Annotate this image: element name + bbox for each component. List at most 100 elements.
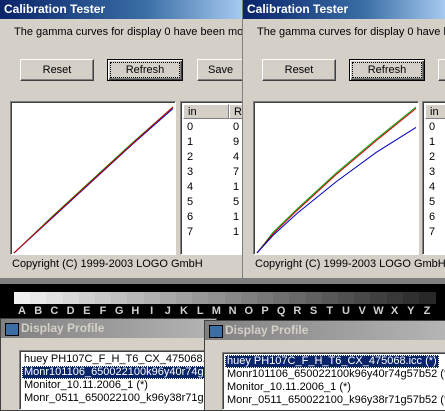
gamma-table[interactable]: in R 0019243741556171: [180, 101, 242, 255]
gray-letter: Y: [407, 305, 415, 317]
gray-swatch: [208, 292, 226, 304]
series-line-2: [256, 126, 417, 254]
dialog-titlebar: Display Profile: [1, 319, 216, 338]
gray-swatch: [257, 292, 275, 304]
gray-letter: F: [99, 305, 107, 317]
gray-swatch: [127, 292, 145, 304]
gamma-row-in[interactable]: 0: [429, 120, 435, 135]
gray-swatch: [240, 292, 258, 304]
gamma-row-in[interactable]: 0: [187, 120, 193, 135]
gray-letter: U: [342, 305, 350, 317]
profile-item[interactable]: huey PH107C_F_H_T6_CX_475068.icc (*): [225, 355, 439, 368]
dialog-title: Display Profile: [225, 323, 309, 337]
gamma-row-in[interactable]: 2: [187, 150, 193, 165]
gamma-row-in[interactable]: 3: [429, 165, 435, 180]
reset-button[interactable]: Reset: [20, 59, 94, 81]
gray-swatch: [289, 292, 307, 304]
gray-swatch: [419, 292, 437, 304]
window-title: Calibration Tester: [0, 0, 242, 19]
gray-letter: X: [390, 305, 399, 317]
refresh-button[interactable]: Refresh: [107, 59, 183, 81]
profile-item[interactable]: Monr_0511_650022100_k96y38r71g57b52 (*): [225, 394, 445, 407]
gray-letter: G: [114, 305, 124, 317]
profile-item[interactable]: Monr_0511_650022100_k96y38r71g5: [22, 392, 212, 405]
gray-swatch: [46, 292, 64, 304]
gray-swatch: [224, 292, 242, 304]
gray-swatch: [143, 292, 161, 304]
gray-letter: O: [244, 305, 254, 317]
gamma-table[interactable]: in 01234567: [422, 101, 445, 255]
gamma-row-in[interactable]: 4: [187, 180, 193, 195]
gray-letter: C: [50, 305, 59, 317]
copyright-text: Copyright (C) 1999-2003 LOGO GmbH: [12, 258, 203, 270]
gamma-row-r[interactable]: 1: [233, 180, 239, 195]
calibration-window-left: Calibration Tester The gamma curves for …: [0, 0, 242, 278]
gray-letter: E: [83, 305, 91, 317]
dialog-titlebar: Display Profile: [205, 321, 445, 340]
gray-swatch: [192, 292, 210, 304]
gray-letter: A: [18, 305, 26, 317]
gray-letter: J: [164, 305, 171, 317]
gamma-row-in[interactable]: 5: [429, 195, 435, 210]
gamma-curve-chart: [256, 106, 417, 254]
gray-letter: R: [293, 305, 302, 317]
column-header-r[interactable]: R: [229, 104, 242, 119]
gamma-row-in[interactable]: 2: [429, 150, 435, 165]
gamma-row-in[interactable]: 1: [187, 135, 193, 150]
gamma-row-r[interactable]: 5: [233, 195, 239, 210]
save-button-partial[interactable]: [438, 59, 445, 81]
gray-letter: L: [196, 305, 204, 317]
gray-swatch: [273, 292, 291, 304]
gamma-row-in[interactable]: 4: [429, 180, 435, 195]
gamma-row-in[interactable]: 3: [187, 165, 193, 180]
series-line-1: [256, 108, 417, 254]
gray-letter: K: [180, 305, 188, 317]
profile-list[interactable]: huey PH107C_F_H_T6_CX_475068.icc (*) Monr…: [222, 352, 445, 410]
gray-letter: S: [309, 305, 318, 317]
profile-item[interactable]: Monitor_10.11.2006_1 (*): [22, 379, 150, 392]
reset-button[interactable]: Reset: [262, 59, 336, 81]
gamma-curve-plot: [253, 101, 419, 255]
series-line-0: [256, 106, 417, 254]
copyright-text: Copyright (C) 1999-2003 LOGO GmbH: [255, 258, 445, 270]
profile-item[interactable]: Monr101106_650022100k96y40r74g57b52 (*): [225, 368, 445, 381]
gray-letter: V: [358, 305, 366, 317]
profile-item[interactable]: huey PH107C_F_H_T6_CX_475068.i: [22, 353, 210, 366]
gray-letter: N: [228, 305, 237, 317]
gamma-row-in[interactable]: 5: [187, 195, 193, 210]
column-header-in[interactable]: in: [183, 104, 229, 119]
column-header-in[interactable]: in: [425, 104, 445, 119]
profile-list[interactable]: huey PH107C_F_H_T6_CX_475068.i Monr101106…: [19, 350, 216, 410]
gray-swatch: [111, 292, 129, 304]
gamma-row-r[interactable]: 1: [233, 210, 239, 225]
gamma-row-in[interactable]: 1: [429, 135, 435, 150]
gamma-curve-chart: [13, 106, 174, 254]
gray-letter: H: [131, 305, 140, 317]
display-icon: [209, 325, 223, 338]
gray-swatch: [321, 292, 339, 304]
dialog-title: Display Profile: [21, 321, 105, 335]
gamma-row-r[interactable]: 0: [233, 120, 239, 135]
gamma-row-in[interactable]: 7: [429, 225, 435, 240]
status-message: The gamma curves for display 0 have been…: [257, 26, 445, 38]
profile-item[interactable]: Monr101106_650022100k96y40r74g5: [22, 366, 212, 379]
gray-swatch: [402, 292, 420, 304]
gamma-curve-plot: [10, 101, 176, 255]
refresh-button[interactable]: Refresh: [349, 59, 425, 81]
gray-letter: P: [261, 305, 269, 317]
gray-swatch: [338, 292, 356, 304]
gamma-row-in[interactable]: 6: [187, 210, 193, 225]
gamma-row-r[interactable]: 4: [233, 150, 239, 165]
gray-swatch: [354, 292, 372, 304]
profile-item[interactable]: Monitor_10.11.2006_1 (*): [225, 381, 353, 394]
gamma-row-r[interactable]: 9: [233, 135, 239, 150]
gamma-row-in[interactable]: 6: [429, 210, 435, 225]
gray-letter: B: [34, 305, 43, 317]
gamma-row-in[interactable]: 7: [187, 225, 193, 240]
gray-swatch: [305, 292, 323, 304]
save-button[interactable]: Save: [197, 59, 242, 81]
gamma-row-r[interactable]: 7: [233, 165, 239, 180]
display-icon: [5, 323, 19, 336]
window-title: Calibration Tester: [243, 0, 445, 19]
gamma-row-r[interactable]: 1: [233, 225, 239, 240]
